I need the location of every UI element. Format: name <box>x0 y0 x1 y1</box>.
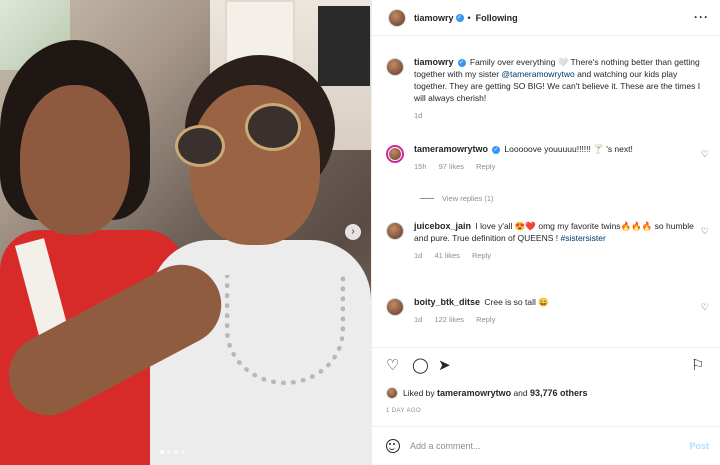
comment-username[interactable]: tameramowrytwo <box>414 144 488 154</box>
likes-user-link[interactable]: tameramowrytwo <box>437 388 511 398</box>
post-date: 1 DAY AGO <box>386 408 422 414</box>
post-photo[interactable]: › <box>0 0 371 465</box>
comment-item: juicebox_jain I love y'all 😍❤️ omg my fa… <box>386 220 706 262</box>
post-actions: ♡ ◯ ➤ ⚐ <box>372 347 720 387</box>
comment-item: tameramowrytwo ✓ Looooove youuuuu!!!!!! 🍸… <box>386 143 706 173</box>
avatar[interactable] <box>386 298 404 316</box>
likes-prefix: Liked by <box>403 388 435 398</box>
comment-time: 15h <box>414 162 427 171</box>
carousel-next-button[interactable]: › <box>345 224 361 240</box>
person-right <box>150 55 371 465</box>
comment-icon[interactable]: ◯ <box>412 358 429 374</box>
likes-and: and <box>513 388 528 398</box>
comment-time: 1d <box>414 251 423 260</box>
comment-likes[interactable]: 41 likes <box>434 251 459 260</box>
comment-reply-button[interactable]: Reply <box>476 162 495 171</box>
following-button[interactable]: Following <box>476 13 518 23</box>
comment-username[interactable]: boity_btk_ditse <box>414 297 480 307</box>
carousel-dot <box>181 450 185 454</box>
instagram-post-view: › tiamowry ✓ • Following ··· tiamowry ✓ F… <box>0 0 720 465</box>
post-details-panel: tiamowry ✓ • Following ··· tiamowry ✓ Fam… <box>371 0 720 465</box>
comments-list: tiamowry ✓ Family over everything 🤍 There… <box>372 36 720 341</box>
header-username[interactable]: tiamowry <box>414 13 454 23</box>
comment-text: Cree is so tall 😄 <box>484 297 549 307</box>
heart-icon[interactable]: ♡ <box>386 358 402 374</box>
avatar[interactable] <box>386 222 404 240</box>
bookmark-icon[interactable]: ⚐ <box>691 358 707 374</box>
post-comment-button[interactable]: Post <box>689 441 709 451</box>
more-horizontal-icon[interactable]: ··· <box>694 10 709 24</box>
verified-badge-icon: ✓ <box>455 13 464 22</box>
verified-badge-icon: ✓ <box>492 145 501 154</box>
emoji-icon[interactable] <box>386 439 400 453</box>
avatar[interactable] <box>386 58 404 76</box>
caption-time: 1d <box>414 111 423 120</box>
add-comment-input[interactable] <box>410 441 670 451</box>
likes-summary: Liked by tameramowrytwo and 93,776 other… <box>386 387 588 399</box>
comment-time: 1d <box>414 315 423 324</box>
comment-like-heart-icon[interactable]: ♡ <box>701 302 709 313</box>
avatar[interactable] <box>388 8 406 27</box>
carousel-dot <box>160 450 164 454</box>
comment-text: Looooove youuuuu!!!!!! 🍸 's next! <box>504 144 633 154</box>
carousel-dot <box>174 450 178 454</box>
comment-hashtag-link[interactable]: #sistersister <box>560 233 605 243</box>
avatar[interactable] <box>386 387 398 399</box>
comment-likes[interactable]: 97 likes <box>439 162 464 171</box>
verified-badge-icon: ✓ <box>457 58 466 67</box>
caption: tiamowry ✓ Family over everything 🤍 There… <box>386 56 706 122</box>
comment-reply-button[interactable]: Reply <box>472 251 491 260</box>
carousel-dots <box>160 450 185 454</box>
sunglasses-right-lens <box>245 103 301 151</box>
share-icon[interactable]: ➤ <box>438 358 454 374</box>
comment-like-heart-icon[interactable]: ♡ <box>701 149 709 160</box>
add-comment-bar: Post <box>372 426 720 465</box>
avatar[interactable] <box>386 145 404 163</box>
separator-dot: • <box>467 12 471 23</box>
caption-mention-link[interactable]: @tameramowrytwo <box>501 69 574 79</box>
sunglasses-left-lens <box>175 125 225 167</box>
post-header: tiamowry ✓ • Following ··· <box>372 0 720 36</box>
comment-likes[interactable]: 122 likes <box>434 315 464 324</box>
likes-others-link[interactable]: 93,776 others <box>530 388 588 398</box>
comment-username[interactable]: juicebox_jain <box>414 221 471 231</box>
caption-username[interactable]: tiamowry <box>414 57 454 67</box>
carousel-dot <box>167 450 171 454</box>
comment-reply-button[interactable]: Reply <box>476 315 495 324</box>
comment-item: boity_btk_ditse Cree is so tall 😄 1d 122… <box>386 296 706 326</box>
view-replies-button[interactable]: View replies (1) <box>420 194 494 203</box>
comment-like-heart-icon[interactable]: ♡ <box>701 226 709 237</box>
